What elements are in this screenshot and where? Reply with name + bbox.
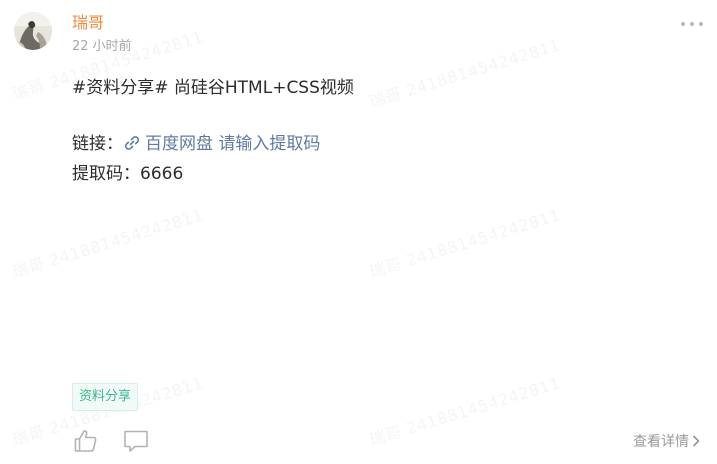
thumbs-up-svg [74, 430, 97, 452]
baidu-pan-link[interactable]: 百度网盘 请输入提取码 [123, 134, 320, 154]
dot [681, 22, 685, 26]
dot [690, 22, 694, 26]
post-title: #资料分享# 尚硅谷HTML+CSS视频 [72, 78, 354, 98]
comment-svg [124, 430, 148, 452]
author-name[interactable]: 瑞哥 [72, 12, 104, 34]
post-card: 瑞哥 2418814542428​11 瑞哥 2418814542428​11 … [0, 0, 717, 464]
chevron-right-icon [693, 435, 700, 447]
code-label: 提取码： [72, 164, 140, 184]
watermark-text: 瑞哥 2418814542428​11 [9, 201, 206, 282]
avatar-image [14, 12, 52, 50]
watermark-text: 瑞哥 2418814542428​11 [366, 369, 563, 450]
dot [699, 22, 703, 26]
link-line: 链接： 百度网盘 请输入提取码 [72, 132, 354, 156]
code-value: 6666 [140, 164, 184, 184]
thumbs-up-icon[interactable] [73, 428, 99, 454]
link-label: 链接： [72, 134, 123, 154]
watermark-text: 瑞哥 2418814542428​11 [366, 31, 563, 112]
more-dots-icon[interactable] [681, 18, 703, 30]
view-detail-label: 查看详情 [633, 434, 689, 450]
comment-icon[interactable] [122, 428, 148, 454]
view-detail-link[interactable]: 查看详情 [633, 432, 701, 452]
topic-tag[interactable]: 资料分享 [72, 383, 139, 411]
avatar[interactable] [14, 12, 52, 50]
link-icon [124, 136, 140, 150]
code-line: 提取码：6666 [72, 162, 354, 186]
post-content: #资料分享# 尚硅谷HTML+CSS视频 链接： 百度网盘 请输入提取码 提取码：… [72, 76, 354, 186]
link-text: 百度网盘 请输入提取码 [145, 134, 321, 154]
watermark-text: 瑞哥 2418814542428​11 [366, 201, 563, 282]
post-time: 22 小时前 [72, 39, 132, 54]
